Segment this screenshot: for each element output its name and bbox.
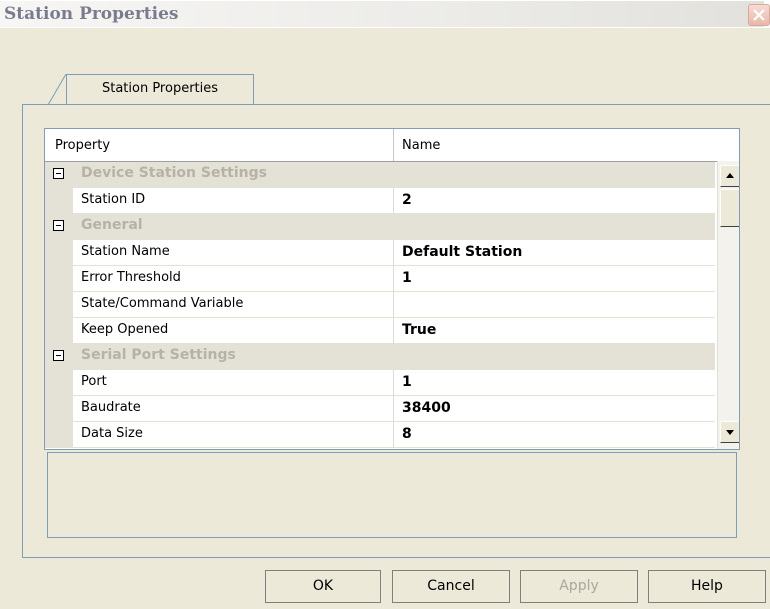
minus-box-icon[interactable] xyxy=(53,168,64,179)
apply-button[interactable]: Apply xyxy=(520,570,638,603)
cell-separator xyxy=(393,292,394,318)
cell-separator xyxy=(393,188,394,214)
property-value[interactable]: True xyxy=(402,318,436,342)
tab-station-properties[interactable]: Station Properties xyxy=(66,74,254,104)
category-label: General xyxy=(81,217,143,233)
row-margin xyxy=(45,292,73,318)
close-button[interactable] xyxy=(748,4,770,26)
row-margin xyxy=(45,188,73,214)
property-row-port[interactable]: Port 1 xyxy=(45,370,715,396)
property-name: State/Command Variable xyxy=(81,296,244,311)
row-margin xyxy=(45,266,73,292)
row-margin xyxy=(45,396,73,422)
property-row-station-id[interactable]: Station ID 2 xyxy=(45,188,715,214)
arrow-up-icon xyxy=(726,173,734,178)
column-separator[interactable] xyxy=(393,129,394,161)
minus-box-icon[interactable] xyxy=(53,220,64,231)
cell-separator xyxy=(393,240,394,266)
cell-separator xyxy=(393,370,394,396)
category-row-general[interactable]: General xyxy=(45,214,715,240)
grid-rows: Device Station Settings Station ID 2 Gen… xyxy=(45,162,715,448)
category-label: Device Station Settings xyxy=(81,165,267,181)
cell-separator xyxy=(393,422,394,448)
property-value[interactable]: 38400 xyxy=(402,396,451,420)
property-name: Data Size xyxy=(81,426,143,441)
property-name: Error Threshold xyxy=(81,270,181,285)
property-value[interactable]: 2 xyxy=(402,188,412,212)
row-margin xyxy=(45,422,73,448)
category-row-device-station-settings[interactable]: Device Station Settings xyxy=(45,162,715,188)
column-header-name[interactable]: Name xyxy=(402,129,440,163)
arrow-down-icon xyxy=(726,430,734,435)
property-grid: Property Name Device Station Settings St… xyxy=(44,128,740,450)
property-value[interactable]: 1 xyxy=(402,370,412,394)
window-title: Station Properties xyxy=(0,1,764,27)
column-header-property[interactable]: Property xyxy=(55,129,110,163)
property-row-data-size[interactable]: Data Size 8 xyxy=(45,422,715,448)
row-margin xyxy=(45,240,73,266)
row-margin xyxy=(45,318,73,344)
cell-separator xyxy=(393,318,394,344)
scroll-up-button[interactable] xyxy=(720,165,739,187)
ok-button[interactable]: OK xyxy=(265,570,381,603)
description-pane xyxy=(47,452,737,538)
category-row-serial-port-settings[interactable]: Serial Port Settings xyxy=(45,344,715,370)
property-name: Keep Opened xyxy=(81,322,169,337)
property-name: Station Name xyxy=(81,244,170,259)
property-row-keep-opened[interactable]: Keep Opened True xyxy=(45,318,715,344)
property-name: Station ID xyxy=(81,192,146,207)
property-row-baudrate[interactable]: Baudrate 38400 xyxy=(45,396,715,422)
row-margin xyxy=(45,370,73,396)
grid-header: Property Name xyxy=(45,129,739,162)
property-value[interactable]: 8 xyxy=(402,422,412,446)
scroll-thumb[interactable] xyxy=(720,189,739,227)
property-value[interactable]: Default Station xyxy=(402,240,522,264)
scroll-down-button[interactable] xyxy=(720,421,739,443)
property-name: Port xyxy=(81,374,107,389)
minus-box-icon[interactable] xyxy=(53,350,64,361)
cancel-button[interactable]: Cancel xyxy=(392,570,510,603)
category-label: Serial Port Settings xyxy=(81,347,236,363)
property-row-state-command-variable[interactable]: State/Command Variable xyxy=(45,292,715,318)
cell-separator xyxy=(393,396,394,422)
property-row-error-threshold[interactable]: Error Threshold 1 xyxy=(45,266,715,292)
close-icon xyxy=(753,9,765,21)
station-properties-dialog: Station Properties Station Properties Pr… xyxy=(0,0,770,609)
vertical-scrollbar[interactable] xyxy=(717,161,739,449)
help-button[interactable]: Help xyxy=(648,570,766,603)
property-value[interactable]: 1 xyxy=(402,266,412,290)
title-bar: Station Properties xyxy=(0,0,770,28)
cell-separator xyxy=(393,266,394,292)
property-name: Baudrate xyxy=(81,400,141,415)
property-row-station-name[interactable]: Station Name Default Station xyxy=(45,240,715,266)
